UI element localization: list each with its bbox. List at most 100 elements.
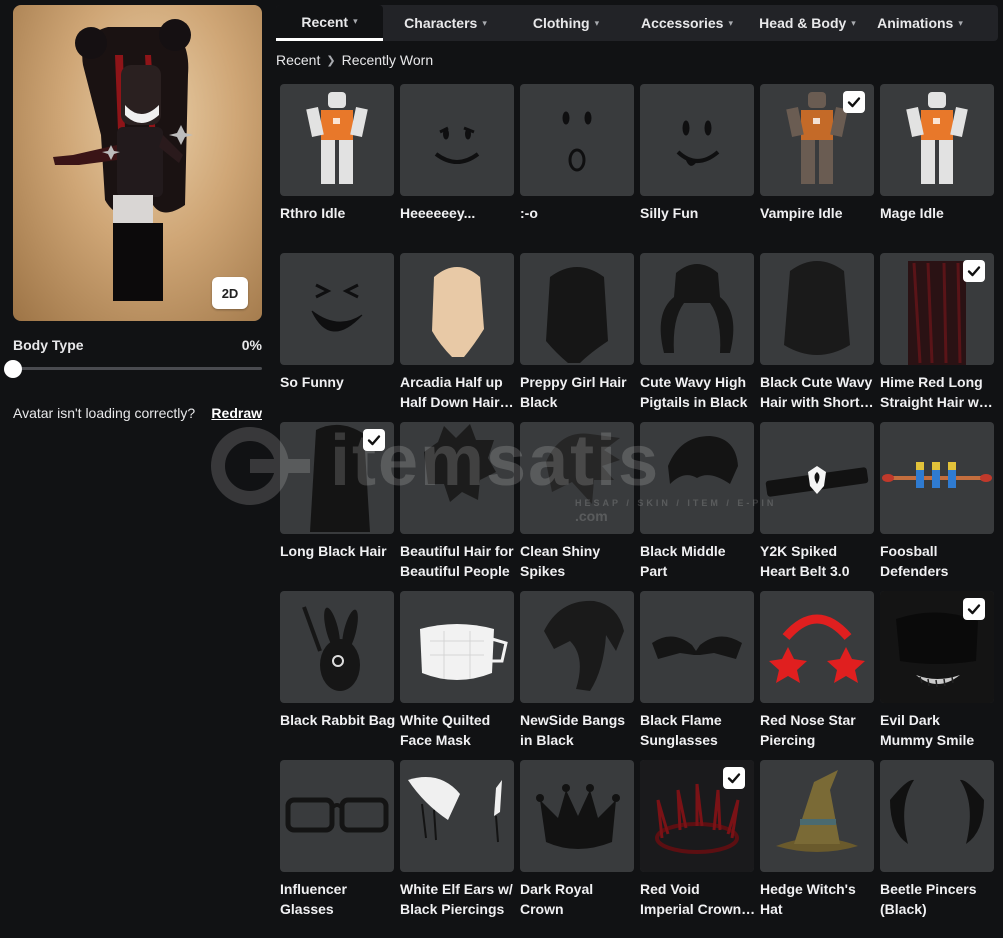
body-type-slider-thumb[interactable] <box>4 360 22 378</box>
item-name: Hedge Witch's Hat <box>760 881 856 917</box>
body-type-slider[interactable] <box>13 367 262 370</box>
item-thumbnail[interactable] <box>760 760 874 872</box>
item-name: Evil Dark Mummy Smile <box>880 712 975 748</box>
item-name: Foosball Defenders <box>880 543 949 579</box>
item-thumbnail[interactable] <box>640 253 754 365</box>
item-thumbnail[interactable] <box>400 84 514 196</box>
tab-accessories[interactable]: Accessories ▾ <box>624 5 750 41</box>
mask-icon <box>420 624 508 680</box>
tab-label: Accessories <box>640 15 724 31</box>
item-name: Beautiful Hair for Beautiful People <box>400 543 514 579</box>
hair-shiny-icon <box>546 433 620 504</box>
item-thumbnail[interactable] <box>400 253 514 365</box>
item-thumbnail[interactable] <box>760 253 874 365</box>
item-thumbnail[interactable] <box>280 591 394 703</box>
figure-orange-icon <box>306 92 368 184</box>
tab-animations[interactable]: Animations ▾ <box>865 5 975 41</box>
item-name: Silly Fun <box>640 205 699 221</box>
item-thumbnail[interactable] <box>640 422 754 534</box>
item-thumbnail[interactable] <box>880 760 994 872</box>
item-thumbnail[interactable] <box>520 253 634 365</box>
item-thumbnail[interactable] <box>760 84 874 196</box>
body-type-label: Body Type <box>13 337 84 353</box>
item-thumbnail[interactable] <box>400 591 514 703</box>
item-name: Preppy Girl Hair Black <box>520 374 627 410</box>
piercing-icon <box>769 614 865 683</box>
body-type-value: 0% <box>241 337 262 353</box>
checkmark-icon <box>363 429 385 451</box>
tab-recent[interactable]: Recent ▾ <box>276 5 383 41</box>
item-thumbnail[interactable] <box>880 422 994 534</box>
item-name: Rthro Idle <box>280 205 346 221</box>
hair-wavy-icon <box>784 261 850 355</box>
item-thumbnail[interactable] <box>280 760 394 872</box>
tab-characters[interactable]: Characters ▾ <box>383 5 508 41</box>
breadcrumb-root[interactable]: Recent <box>276 52 320 68</box>
hair-spiky-icon <box>424 424 496 502</box>
face-silly-icon <box>676 120 720 166</box>
item-thumbnail[interactable] <box>400 422 514 534</box>
hair-blonde-icon <box>432 267 484 357</box>
item-name: Beetle Pincers (Black) <box>880 881 977 917</box>
item-name: Mage Idle <box>880 205 944 221</box>
witch-icon <box>776 770 858 852</box>
bangs-icon <box>544 600 624 691</box>
face-hey-icon <box>434 126 480 164</box>
item-name: Black Middle Part <box>640 543 726 579</box>
checkmark-icon <box>843 91 865 113</box>
tab-label: Clothing <box>532 15 590 31</box>
item-thumbnail[interactable] <box>760 591 874 703</box>
item-thumbnail[interactable] <box>880 84 994 196</box>
chevron-right-icon: ❯ <box>326 54 336 67</box>
item-name: Black Cute Wavy Hair with Short Bangs <box>760 374 873 410</box>
item-name: Vampire Idle <box>760 205 843 221</box>
redraw-link[interactable]: Redraw <box>211 405 262 421</box>
item-name: Y2K Spiked Heart Belt 3.0 <box>760 543 850 579</box>
loading-help: Avatar isn't loading correctly? Redraw <box>13 405 262 421</box>
hair-black-icon <box>546 267 608 363</box>
item-thumbnail[interactable] <box>280 253 394 365</box>
item-name: Red Void Imperial Crown of Thorns <box>640 881 742 917</box>
item-name: Red Nose Star Piercing <box>760 712 856 748</box>
chevron-down-icon: ▾ <box>851 17 856 28</box>
foosball-icon <box>882 462 992 488</box>
category-tabs: Recent ▾ Characters ▾ Clothing ▾ Accessories ▾ H… <box>276 5 998 41</box>
figure-orange-arms-icon <box>906 92 968 184</box>
item-thumbnail[interactable] <box>760 422 874 534</box>
item-thumbnail[interactable] <box>400 760 514 872</box>
item-thumbnail[interactable] <box>280 84 394 196</box>
item-name: Long Black Hair <box>280 543 387 559</box>
item-name: NewSide Bangs in Black <box>520 712 626 748</box>
elf-icon <box>408 777 502 843</box>
item-name: Dark Royal Crown <box>520 881 594 917</box>
item-thumbnail[interactable] <box>880 253 994 365</box>
pincers-icon <box>890 779 984 844</box>
tab-clothing[interactable]: Clothing ▾ <box>508 5 624 41</box>
belt-icon <box>765 466 869 497</box>
item-thumbnail[interactable] <box>520 84 634 196</box>
item-thumbnail[interactable] <box>520 760 634 872</box>
item-name: Black Rabbit Bag <box>280 712 396 728</box>
chevron-down-icon: ▾ <box>482 17 487 28</box>
chevron-down-icon: ▾ <box>958 17 963 28</box>
chevron-down-icon: ▾ <box>728 17 734 28</box>
tab-head-body[interactable]: Head & Body ▾ <box>750 5 865 41</box>
face-o-icon <box>562 111 592 172</box>
item-thumbnail[interactable] <box>520 422 634 534</box>
item-thumbnail[interactable] <box>880 591 994 703</box>
avatar-figure <box>53 19 193 301</box>
body-type-row: Body Type 0% <box>13 337 262 353</box>
item-name: White Elf Ears w/ Black Piercings <box>400 881 513 917</box>
breadcrumb-current: Recently Worn <box>341 52 434 68</box>
item-thumbnail[interactable] <box>640 591 754 703</box>
item-thumbnail[interactable] <box>640 760 754 872</box>
item-name: Cute Wavy High Pigtails in Black <box>640 374 748 410</box>
item-thumbnail[interactable] <box>280 422 394 534</box>
face-funny-icon <box>311 283 363 332</box>
item-thumbnail[interactable] <box>520 591 634 703</box>
toggle-2d-button[interactable]: 2D <box>212 277 248 309</box>
avatar-preview[interactable]: 2D <box>13 5 262 321</box>
tab-label: Animations <box>877 15 954 31</box>
checkmark-icon <box>963 260 985 282</box>
item-thumbnail[interactable] <box>640 84 754 196</box>
